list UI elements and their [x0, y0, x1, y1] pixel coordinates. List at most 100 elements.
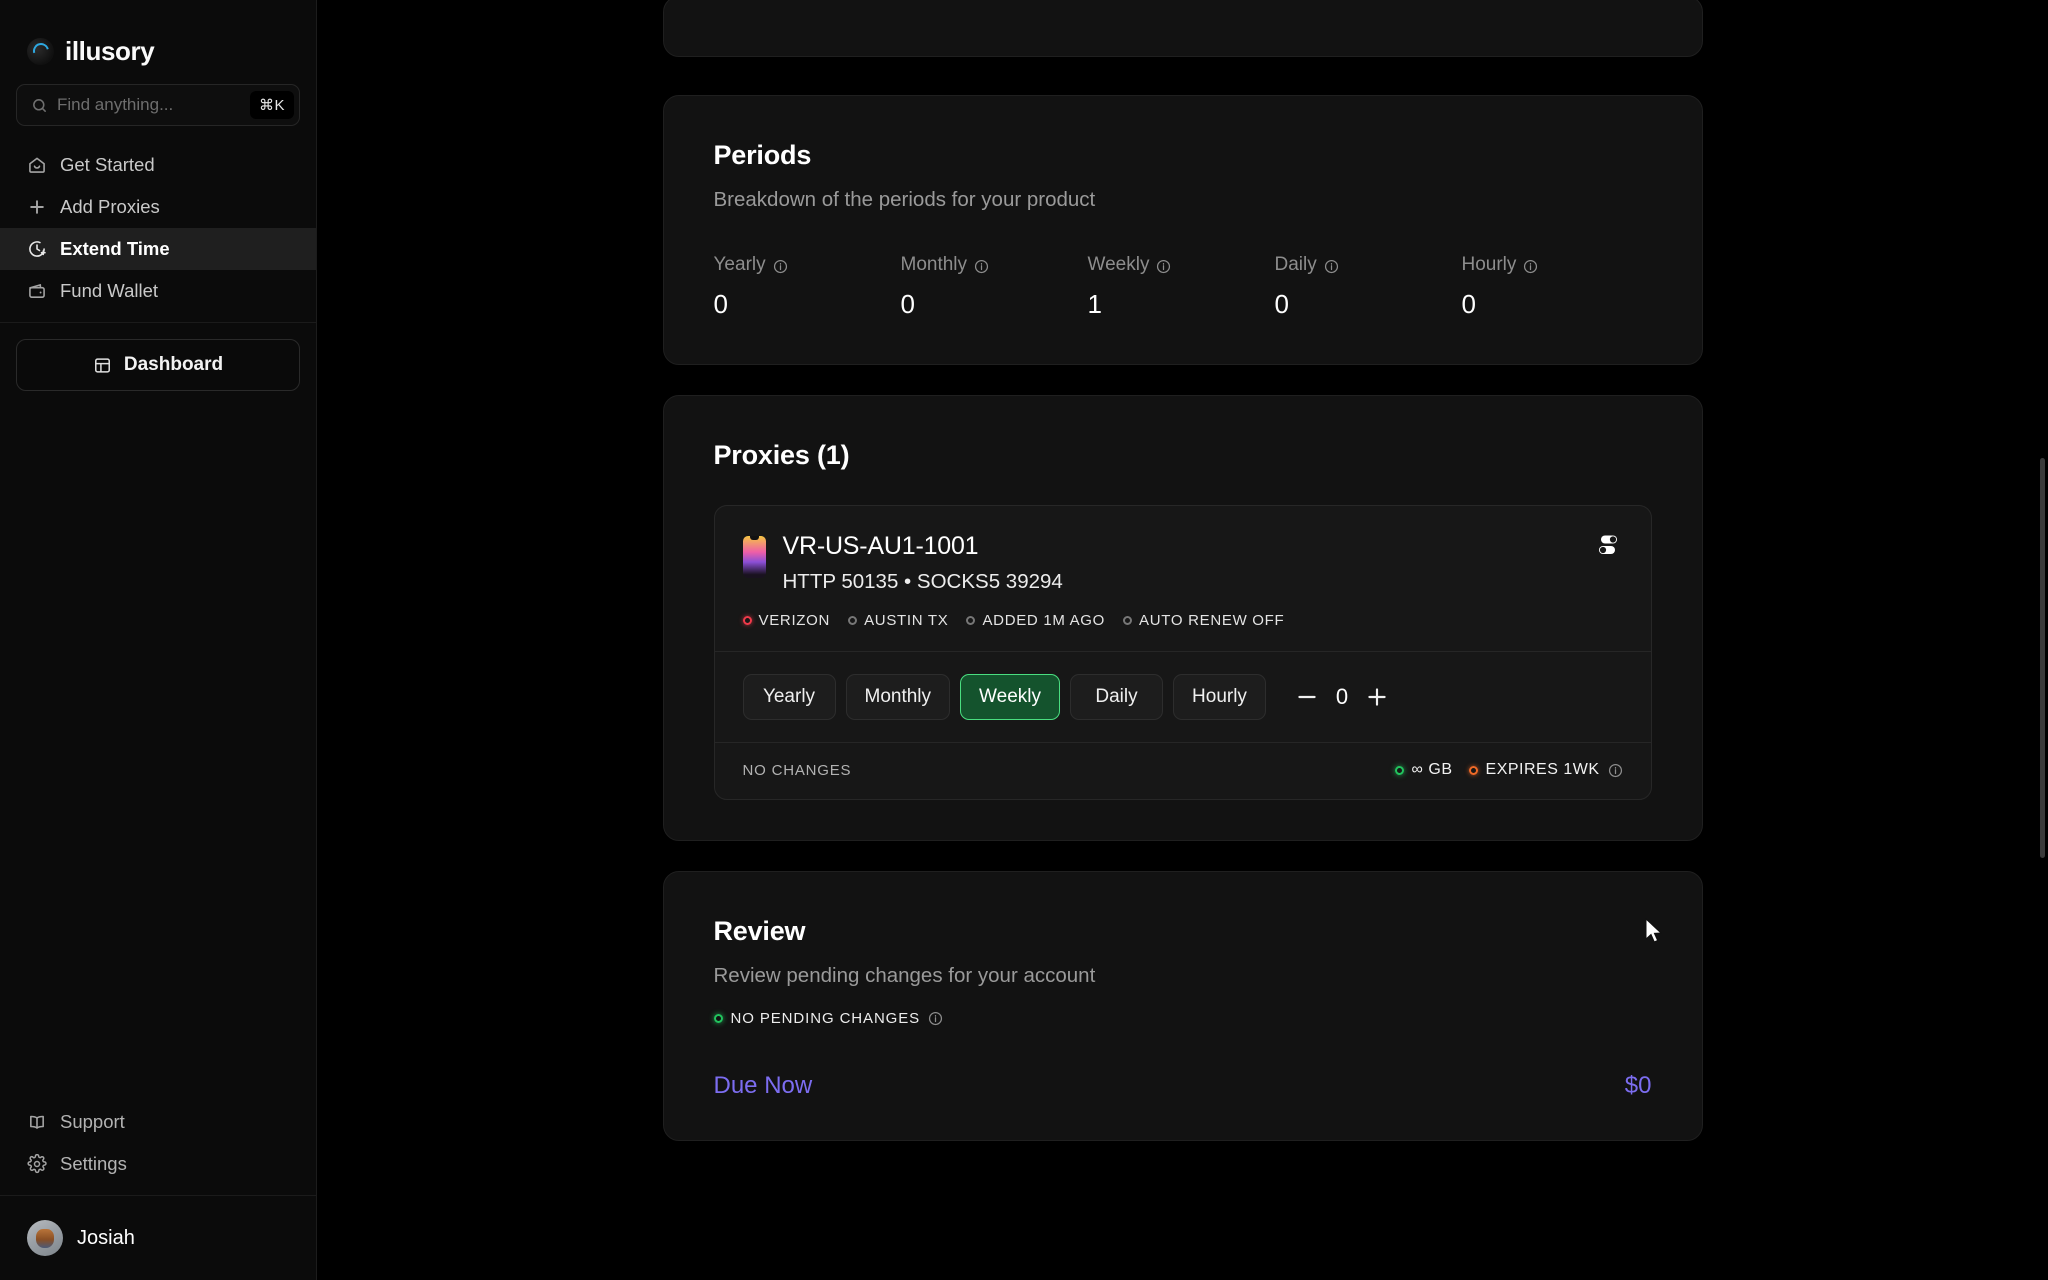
status-dot-red [742, 616, 752, 625]
bandwidth-label: ∞ GB [1411, 761, 1453, 778]
previous-card-clipped [662, 0, 1703, 57]
main-content: Periods Breakdown of the periods for you… [317, 0, 2048, 1280]
periods-title: Periods [713, 140, 812, 170]
tag-label: AUTO RENEW OFF [1139, 612, 1285, 629]
expires-badge: EXPIRES 1WK [1468, 761, 1623, 779]
pending-status: NO PENDING CHANGES [713, 1010, 1652, 1027]
bandwidth-badge: ∞ GB [1394, 761, 1453, 779]
sidebar-item-label: Fund Wallet [60, 280, 159, 301]
layout-dashboard-icon [93, 356, 112, 375]
plus-icon [27, 197, 47, 217]
period-selector: Yearly Monthly Weekly Daily Hourly 0 [715, 652, 1651, 742]
stat-hourly: Hourly 0 [1462, 254, 1649, 320]
sidebar-item-label: Settings [60, 1153, 127, 1174]
info-icon[interactable] [1156, 258, 1171, 273]
period-button-hourly[interactable]: Hourly [1172, 674, 1266, 720]
review-card: Review Review pending changes for your a… [662, 871, 1703, 1141]
dashboard-button-container: Dashboard [0, 323, 316, 391]
status-dot-green [1394, 765, 1404, 775]
illusory-logo-icon [27, 37, 54, 65]
info-icon[interactable] [1324, 258, 1339, 273]
period-button-yearly[interactable]: Yearly [742, 674, 836, 720]
tag-auto-renew: AUTO RENEW OFF [1123, 612, 1284, 629]
stat-value: 0 [1461, 289, 1476, 319]
tag-label: ADDED 1M AGO [982, 612, 1106, 629]
pending-status-label: NO PENDING CHANGES [730, 1010, 921, 1027]
stat-weekly: Weekly 1 [1088, 254, 1275, 320]
sidebar-item-label: Get Started [60, 154, 155, 175]
proxy-tags: VERIZON AUSTIN TX ADDED 1M AGO AUTO RENE… [742, 612, 1623, 629]
search-input[interactable]: Find anything... ⌘K [16, 84, 300, 126]
tag-label: AUSTIN TX [864, 612, 949, 629]
review-subtitle: Review pending changes for your account [713, 964, 1096, 987]
info-icon[interactable] [1523, 258, 1538, 273]
stat-label: Daily [1274, 254, 1317, 275]
stat-value: 0 [713, 289, 728, 319]
decrement-button[interactable] [1294, 684, 1320, 710]
stat-label: Hourly [1461, 254, 1517, 275]
tag-carrier: VERIZON [742, 612, 831, 629]
gear-icon [27, 1153, 47, 1174]
home-icon [27, 155, 47, 175]
search-icon [31, 97, 48, 114]
sidebar-item-label: Add Proxies [60, 196, 160, 217]
sidebar-item-settings[interactable]: Settings [0, 1143, 316, 1185]
periods-stats: Yearly 0 Monthly 0 Weekly 1 Daily 0 Hour… [714, 254, 1652, 320]
quantity-value: 0 [1335, 684, 1349, 709]
scrollbar[interactable] [2040, 458, 2045, 858]
sidebar-item-label: Support [60, 1111, 125, 1132]
period-button-daily[interactable]: Daily [1069, 674, 1163, 720]
stat-yearly: Yearly 0 [714, 254, 901, 320]
period-button-monthly[interactable]: Monthly [845, 674, 951, 720]
status-dot-gray [848, 616, 858, 625]
stat-value: 0 [900, 289, 915, 319]
sidebar-item-extend-time[interactable]: Extend Time [0, 228, 316, 270]
info-icon[interactable] [974, 258, 989, 273]
tag-location: AUSTIN TX [848, 612, 948, 629]
period-button-weekly[interactable]: Weekly [960, 674, 1060, 720]
due-now-label: Due Now [713, 1072, 813, 1099]
sidebar-item-add-proxies[interactable]: Add Proxies [0, 186, 316, 228]
sidebar-item-fund-wallet[interactable]: Fund Wallet [0, 270, 316, 312]
clock-plus-icon [27, 239, 47, 259]
stat-monthly: Monthly 0 [901, 254, 1088, 320]
proxies-title: Proxies (1) [713, 440, 850, 470]
periods-card: Periods Breakdown of the periods for you… [662, 95, 1703, 365]
info-icon[interactable] [928, 1011, 943, 1026]
avatar [27, 1220, 63, 1256]
book-open-icon [27, 1112, 47, 1132]
stat-label: Monthly [900, 254, 968, 275]
stat-label: Yearly [713, 254, 766, 275]
search-placeholder: Find anything... [57, 95, 174, 114]
dashboard-button-label: Dashboard [123, 354, 224, 375]
changes-status: NO CHANGES [742, 761, 852, 779]
sidebar: illusory Find anything... ⌘K Get Started… [0, 0, 317, 1280]
tag-added: ADDED 1M AGO [966, 612, 1105, 629]
brand: illusory [0, 0, 316, 74]
user-profile[interactable]: Josiah [0, 1196, 316, 1280]
proxies-card: Proxies (1) VR-US-AU1-1001 HTTP 50135 • … [662, 395, 1703, 841]
wallet-icon [27, 281, 47, 301]
quantity-stepper: 0 [1294, 684, 1390, 710]
proxy-footer: NO CHANGES ∞ GB EXPIRES 1WK [715, 743, 1651, 799]
info-icon[interactable] [1608, 763, 1623, 778]
tag-label: VERIZON [758, 612, 831, 629]
brand-name: illusory [65, 35, 155, 66]
toggles-icon[interactable] [1597, 534, 1623, 556]
sidebar-item-support[interactable]: Support [0, 1101, 316, 1143]
status-dot-gray [966, 616, 976, 625]
dashboard-button[interactable]: Dashboard [16, 339, 300, 391]
sidebar-item-get-started[interactable]: Get Started [0, 144, 316, 186]
sidebar-item-label: Extend Time [60, 238, 170, 259]
review-title: Review [713, 916, 806, 946]
phone-icon [742, 536, 766, 578]
status-dot-orange [1468, 765, 1478, 775]
increment-button[interactable] [1364, 684, 1390, 710]
periods-subtitle: Breakdown of the periods for your produc… [713, 188, 1096, 211]
stat-label: Weekly [1087, 254, 1150, 275]
expires-label: EXPIRES 1WK [1485, 761, 1600, 778]
user-name: Josiah [77, 1226, 135, 1249]
proxy-item: VR-US-AU1-1001 HTTP 50135 • SOCKS5 39294… [713, 505, 1652, 800]
info-icon[interactable] [773, 258, 788, 273]
